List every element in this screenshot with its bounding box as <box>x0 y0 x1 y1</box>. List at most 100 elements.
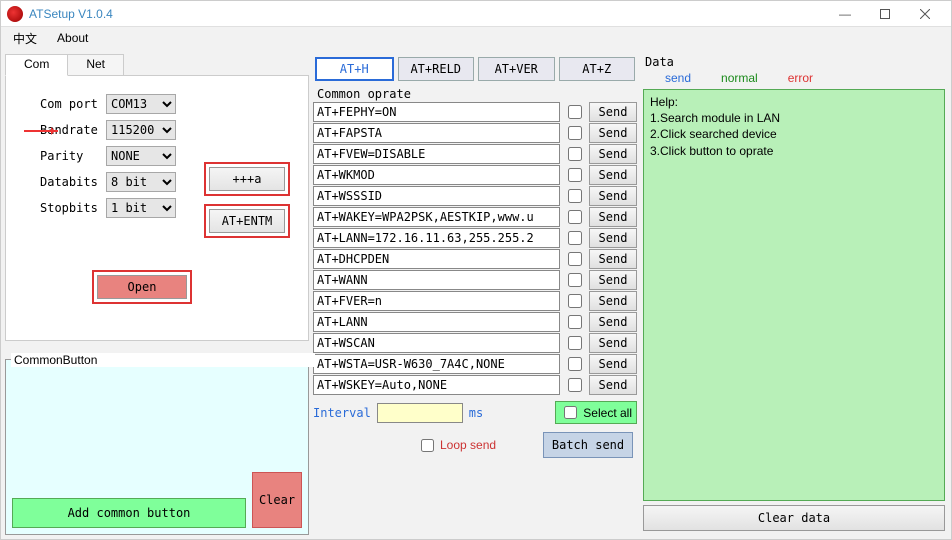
open-button[interactable]: Open <box>97 275 187 299</box>
help-panel: Help: 1.Search module in LAN 2.Click sea… <box>643 89 945 501</box>
command-checkbox[interactable] <box>568 252 582 266</box>
entm-button-frame: AT+ENTM <box>204 204 290 238</box>
at-reld-button[interactable]: AT+RELD <box>398 57 475 81</box>
databits-label: Databits <box>40 175 106 189</box>
maximize-button[interactable] <box>865 1 905 27</box>
send-button[interactable]: Send <box>589 186 637 206</box>
entm-button[interactable]: AT+ENTM <box>209 209 285 233</box>
menu-about[interactable]: About <box>57 31 88 45</box>
titlebar: ATSetup V1.0.4 — <box>1 1 951 27</box>
command-checkbox[interactable] <box>568 336 582 350</box>
send-button[interactable]: Send <box>589 312 637 332</box>
command-checkbox[interactable] <box>568 273 582 287</box>
comport-label: Com port <box>40 97 106 111</box>
help-line-3: 3.Click button to oprate <box>650 143 938 159</box>
command-checkbox[interactable] <box>568 378 582 392</box>
select-all-label: Select all <box>583 406 632 420</box>
at-h-button[interactable]: AT+H <box>315 57 394 81</box>
at-top-buttons: AT+H AT+RELD AT+VER AT+Z <box>313 53 637 85</box>
command-row: Send <box>313 270 637 290</box>
command-row: Send <box>313 123 637 143</box>
command-checkbox[interactable] <box>568 189 582 203</box>
send-button[interactable]: Send <box>589 165 637 185</box>
legend-row: send normal error <box>641 69 947 87</box>
command-input[interactable] <box>313 270 560 290</box>
help-line-2: 2.Click searched device <box>650 126 938 142</box>
command-row: Send <box>313 312 637 332</box>
tab-net[interactable]: Net <box>67 54 124 76</box>
stopbits-select[interactable]: 1 bit <box>106 198 176 218</box>
command-input[interactable] <box>313 291 560 311</box>
send-button[interactable]: Send <box>589 270 637 290</box>
menubar: 中文 About <box>1 27 951 49</box>
command-input[interactable] <box>313 354 560 374</box>
command-input[interactable] <box>313 186 560 206</box>
command-input[interactable] <box>313 228 560 248</box>
parity-select[interactable]: NONE <box>106 146 176 166</box>
command-input[interactable] <box>313 102 560 122</box>
send-button[interactable]: Send <box>589 249 637 269</box>
command-input[interactable] <box>313 333 560 353</box>
select-all-box[interactable]: Select all <box>555 401 637 424</box>
command-row: Send <box>313 228 637 248</box>
send-button[interactable]: Send <box>589 228 637 248</box>
help-line-1: 1.Search module in LAN <box>650 110 938 126</box>
comport-select[interactable]: COM13 <box>106 94 176 114</box>
clear-button[interactable]: Clear <box>252 472 302 528</box>
loop-send-label: Loop send <box>440 438 496 452</box>
baud-select[interactable]: 115200 <box>106 120 176 140</box>
commonbutton-title: CommonButton <box>11 353 315 367</box>
send-button[interactable]: Send <box>589 333 637 353</box>
command-input[interactable] <box>313 249 560 269</box>
command-list: SendSendSendSendSendSendSendSendSendSend… <box>313 102 637 395</box>
command-input[interactable] <box>313 375 560 395</box>
command-checkbox[interactable] <box>568 147 582 161</box>
at-z-button[interactable]: AT+Z <box>559 57 636 81</box>
stopbits-label: Stopbits <box>40 201 106 215</box>
select-all-checkbox[interactable] <box>564 406 577 419</box>
interval-input[interactable] <box>377 403 463 423</box>
help-title: Help: <box>650 94 938 110</box>
databits-select[interactable]: 8 bit <box>106 172 176 192</box>
send-button[interactable]: Send <box>589 375 637 395</box>
command-checkbox[interactable] <box>568 231 582 245</box>
command-input[interactable] <box>313 144 560 164</box>
send-button[interactable]: Send <box>589 144 637 164</box>
command-input[interactable] <box>313 207 560 227</box>
send-button[interactable]: Send <box>589 123 637 143</box>
command-row: Send <box>313 375 637 395</box>
pppa-button[interactable]: +++a <box>209 167 285 191</box>
close-button[interactable] <box>905 1 945 27</box>
command-checkbox[interactable] <box>568 210 582 224</box>
menu-cn[interactable]: 中文 <box>13 30 37 47</box>
command-checkbox[interactable] <box>568 126 582 140</box>
command-input[interactable] <box>313 123 560 143</box>
at-ver-button[interactable]: AT+VER <box>478 57 555 81</box>
send-button[interactable]: Send <box>589 354 637 374</box>
clear-data-button[interactable]: Clear data <box>643 505 945 531</box>
loop-send-checkbox[interactable] <box>421 439 434 452</box>
command-checkbox[interactable] <box>568 315 582 329</box>
command-checkbox[interactable] <box>568 105 582 119</box>
batch-send-button[interactable]: Batch send <box>543 432 633 458</box>
command-row: Send <box>313 102 637 122</box>
command-input[interactable] <box>313 312 560 332</box>
command-checkbox[interactable] <box>568 294 582 308</box>
add-common-button[interactable]: Add common button <box>12 498 246 528</box>
interval-label: Interval <box>313 406 371 420</box>
loop-send-box[interactable]: Loop send <box>417 436 496 455</box>
send-button[interactable]: Send <box>589 207 637 227</box>
command-checkbox[interactable] <box>568 357 582 371</box>
tab-com[interactable]: Com <box>5 54 68 76</box>
send-button[interactable]: Send <box>589 102 637 122</box>
command-input[interactable] <box>313 165 560 185</box>
minimize-button[interactable]: — <box>825 1 865 27</box>
parity-label: Parity <box>40 149 106 163</box>
pppa-button-frame: +++a <box>204 162 290 196</box>
ms-label: ms <box>469 406 483 420</box>
command-checkbox[interactable] <box>568 168 582 182</box>
command-row: Send <box>313 333 637 353</box>
send-button[interactable]: Send <box>589 291 637 311</box>
com-panel: Com port COM13 Bandrate 115200 Parity NO… <box>5 75 309 341</box>
common-oprate-label: Common oprate <box>317 87 637 101</box>
